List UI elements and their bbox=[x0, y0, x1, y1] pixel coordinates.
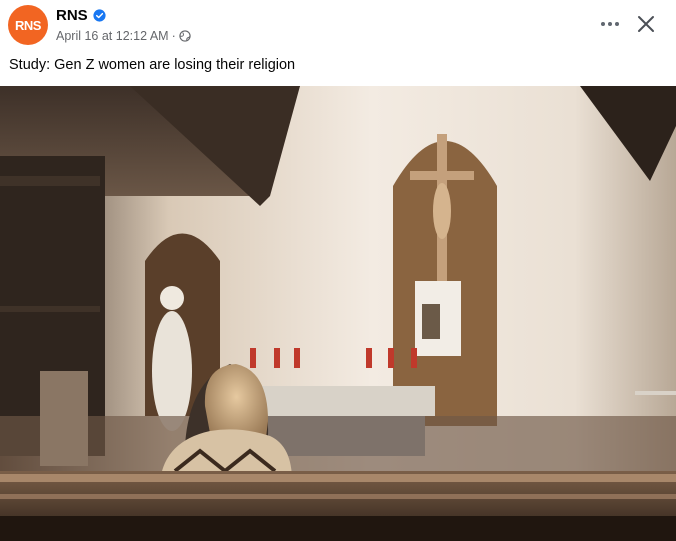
more-dot bbox=[608, 22, 612, 26]
more-dot bbox=[615, 22, 619, 26]
church-scene-image bbox=[0, 86, 676, 541]
close-icon[interactable] bbox=[633, 11, 659, 37]
verified-badge-icon bbox=[93, 9, 106, 22]
more-options-icon[interactable] bbox=[596, 10, 624, 38]
meta-separator: · bbox=[171, 29, 176, 43]
timestamp[interactable]: April 16 at 12:12 AM bbox=[56, 29, 169, 43]
page-name[interactable]: RNS bbox=[56, 7, 88, 24]
post-header: RNS RNS April 16 at 12:12 AM · bbox=[0, 0, 676, 52]
globe-icon[interactable] bbox=[179, 30, 191, 42]
avatar-label: RNS bbox=[15, 17, 41, 33]
post-caption: Study: Gen Z women are losing their reli… bbox=[9, 57, 296, 73]
post-photo[interactable] bbox=[0, 86, 676, 541]
post-meta: April 16 at 12:12 AM · bbox=[56, 29, 191, 43]
author-row: RNS bbox=[56, 7, 106, 24]
avatar[interactable]: RNS bbox=[8, 5, 48, 45]
more-dot bbox=[601, 22, 605, 26]
